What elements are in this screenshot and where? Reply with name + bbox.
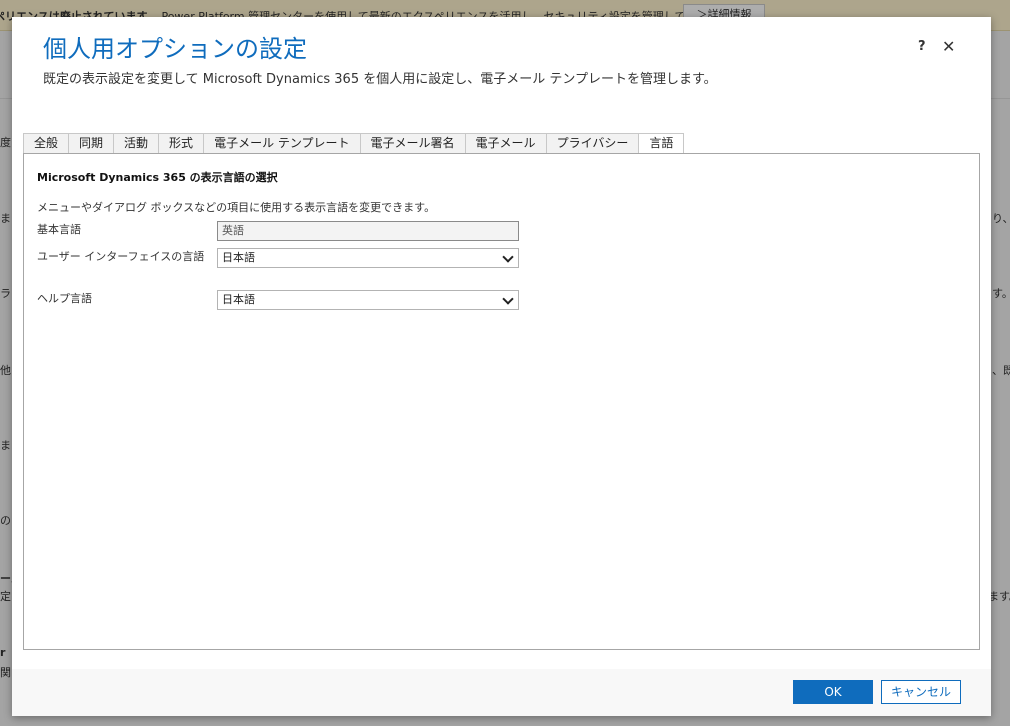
ui-language-label: ユーザー インターフェイスの言語 xyxy=(37,250,205,263)
cancel-button[interactable]: キャンセル xyxy=(881,680,961,704)
section-title: Microsoft Dynamics 365 の表示言語の選択 xyxy=(37,171,278,184)
language-tab-panel: Microsoft Dynamics 365 の表示言語の選択 メニューやダイア… xyxy=(23,153,980,650)
section-description: メニューやダイアログ ボックスなどの項目に使用する表示言語を変更できます。 xyxy=(37,201,436,214)
ok-button[interactable]: OK xyxy=(793,680,873,704)
tab-general[interactable]: 全般 xyxy=(23,133,70,153)
help-language-select[interactable]: 日本語 xyxy=(217,290,519,310)
chevron-down-icon xyxy=(502,251,514,263)
tab-sync[interactable]: 同期 xyxy=(68,133,115,153)
tab-languages[interactable]: 言語 xyxy=(638,133,685,154)
dialog-footer: OK キャンセル xyxy=(12,669,991,716)
tab-activities[interactable]: 活動 xyxy=(113,133,160,153)
question-icon[interactable]: ? xyxy=(918,39,926,54)
chevron-down-icon xyxy=(502,293,514,305)
close-icon[interactable]: ✕ xyxy=(942,37,955,56)
ui-language-value: 日本語 xyxy=(222,251,255,264)
ui-language-select[interactable]: 日本語 xyxy=(217,248,519,268)
tab-email-signatures[interactable]: 電子メール署名 xyxy=(359,133,466,153)
help-language-value: 日本語 xyxy=(222,293,255,306)
tab-email-templates[interactable]: 電子メール テンプレート xyxy=(203,133,361,153)
dialog-subtitle: 既定の表示設定を変更して Microsoft Dynamics 365 を個人用… xyxy=(43,72,717,87)
base-language-label: 基本言語 xyxy=(37,223,81,236)
personal-options-dialog: 個人用オプションの設定 既定の表示設定を変更して Microsoft Dynam… xyxy=(12,17,991,716)
tab-formats[interactable]: 形式 xyxy=(158,133,205,153)
dialog-title: 個人用オプションの設定 xyxy=(43,35,307,63)
tab-email[interactable]: 電子メール xyxy=(464,133,547,153)
base-language-field: 英語 xyxy=(217,221,519,241)
tab-privacy[interactable]: プライバシー xyxy=(545,133,640,153)
help-language-label: ヘルプ言語 xyxy=(37,292,92,305)
options-tabs: 全般 同期 活動 形式 電子メール テンプレート 電子メール署名 電子メール プ… xyxy=(23,133,685,154)
